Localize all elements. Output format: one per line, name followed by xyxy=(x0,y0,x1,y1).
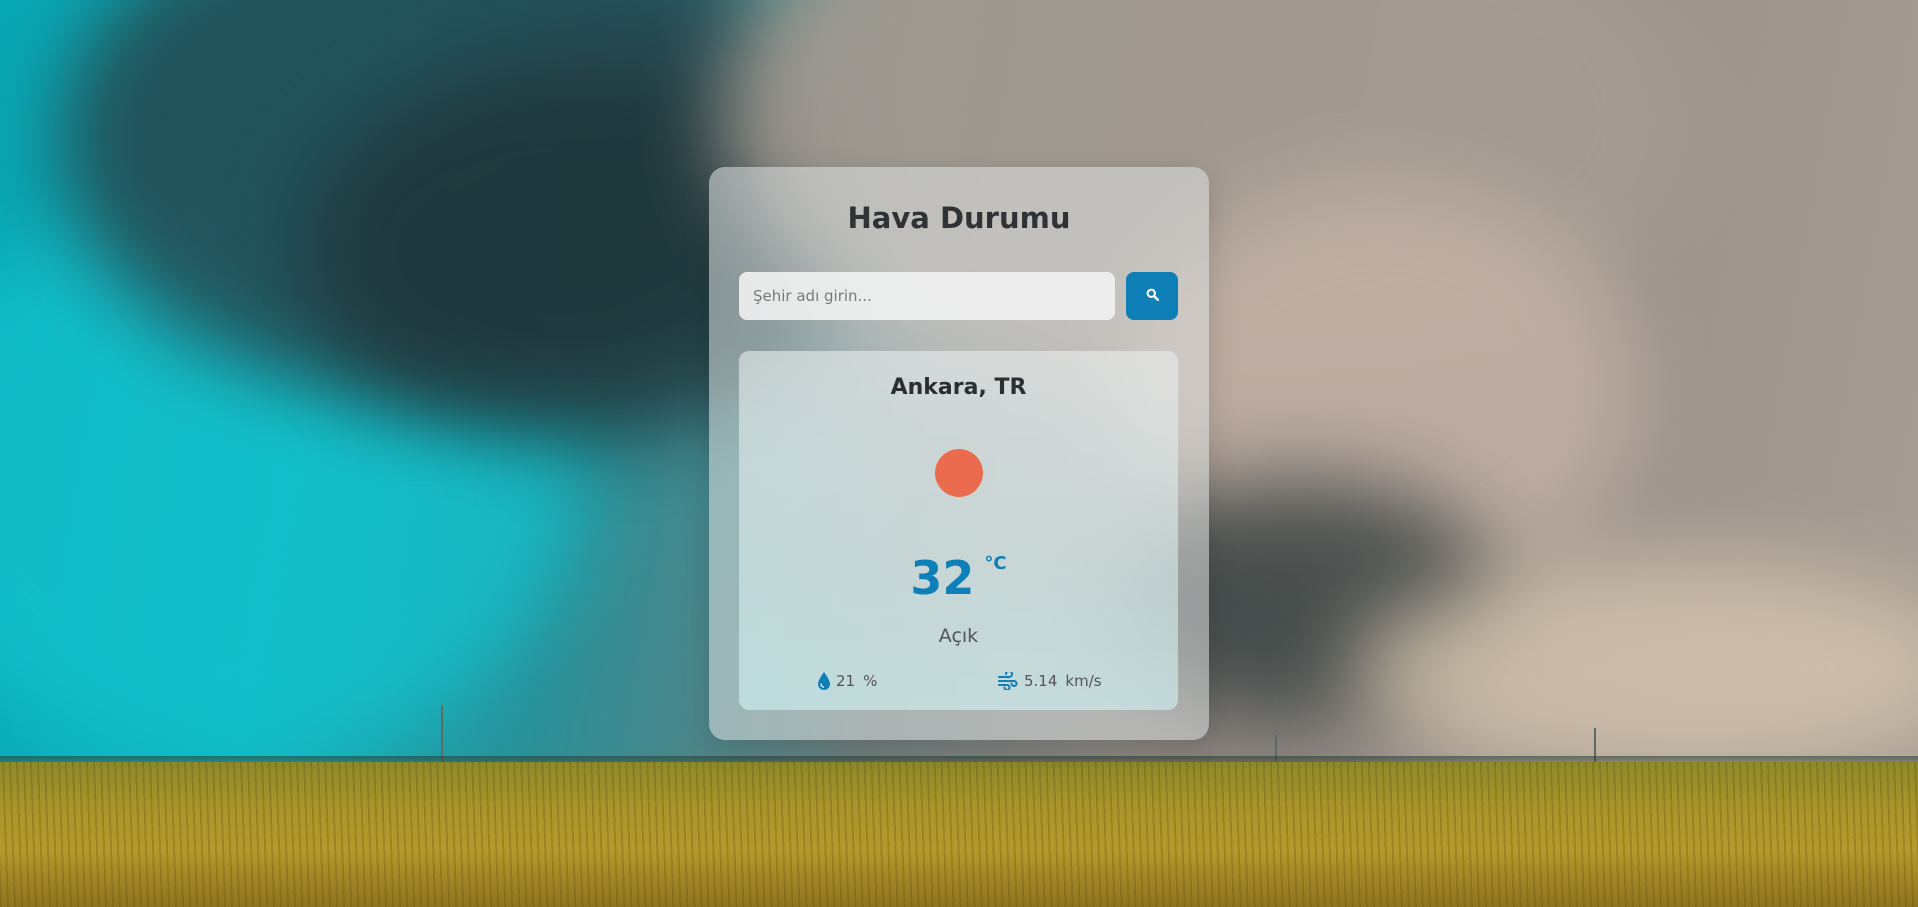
wind-value: 5.14 xyxy=(1024,672,1058,690)
weather-card: Hava Durumu Ankara, TR 32 °C Açık 21 % xyxy=(709,167,1209,740)
humidity-stat: 21 % xyxy=(818,669,877,693)
temperature-unit: °C xyxy=(984,553,1007,574)
temperature-value: 32 xyxy=(910,551,975,605)
humidity-value: 21 xyxy=(836,672,856,690)
wheat-field xyxy=(0,762,1918,907)
city-name: Ankara, TR xyxy=(890,375,1027,400)
search-button[interactable] xyxy=(1126,272,1178,320)
wind-unit: km/s xyxy=(1065,672,1102,690)
weather-description: Açık xyxy=(938,625,979,647)
city-search-input[interactable] xyxy=(739,272,1115,320)
weather-result-panel: Ankara, TR 32 °C Açık 21 % 5.14 km/s xyxy=(739,351,1178,710)
app-title: Hava Durumu xyxy=(847,201,1071,235)
water-drop-icon xyxy=(818,672,830,690)
humidity-unit: % xyxy=(863,672,878,690)
temperature: 32 °C xyxy=(739,551,1178,605)
wind-icon xyxy=(998,672,1018,690)
search-icon xyxy=(1146,288,1159,304)
wind-stat: 5.14 km/s xyxy=(998,669,1102,693)
sun-icon xyxy=(935,449,983,497)
